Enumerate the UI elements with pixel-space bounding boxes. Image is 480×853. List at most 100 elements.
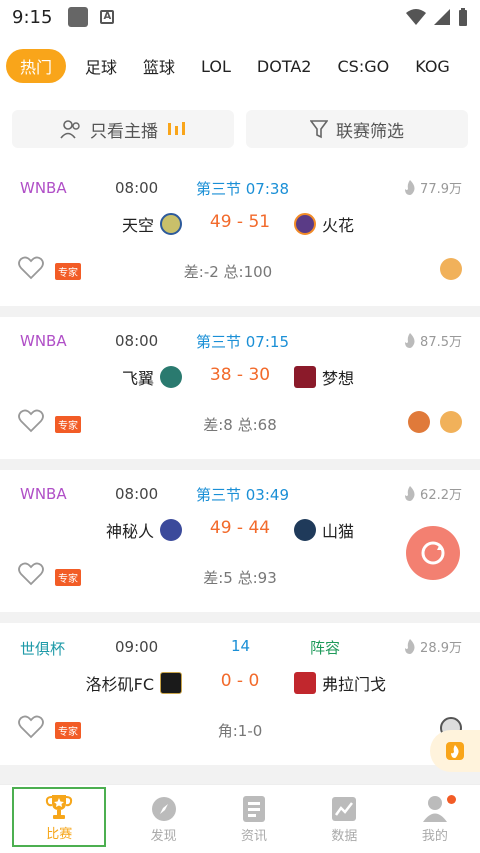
heat-value: 77.9万 (420, 182, 462, 197)
hot-side-button[interactable] (430, 730, 480, 772)
tab-kog[interactable]: KOG (402, 49, 463, 83)
notification-dot (447, 795, 457, 804)
heat-value: 87.5万 (420, 335, 462, 350)
league-filter-button[interactable]: 联赛筛选 (246, 110, 468, 148)
away-team: 火花 (294, 212, 354, 236)
floating-refresh-button[interactable] (406, 526, 460, 580)
match-stats: 差:-2 总:100 (183, 263, 273, 281)
match-time: 08:00 (115, 179, 159, 197)
tab-dota2[interactable]: DOTA2 (244, 49, 325, 83)
lineup-link[interactable]: 阵容 (310, 637, 340, 658)
home-team-name: 洛杉矶FC (85, 675, 154, 694)
news-icon (243, 795, 266, 822)
users-icon (60, 120, 80, 139)
user-icon (422, 795, 447, 822)
away-team: 梦想 (294, 365, 354, 389)
tab-csgo[interactable]: CS:GO (324, 49, 402, 83)
away-score: 30 (248, 365, 271, 385)
wifi-icon (406, 9, 426, 25)
tab-hot[interactable]: 热门 (6, 49, 67, 83)
home-score: 49 (209, 518, 232, 538)
stream-icons (440, 258, 462, 280)
stream-icons (408, 411, 462, 433)
team-logo-icon (160, 213, 182, 235)
league-name: WNBA (20, 332, 67, 350)
score: 38 - 30 (200, 365, 280, 385)
nav-news[interactable]: 资讯 (209, 785, 299, 853)
team-logo-icon (294, 519, 316, 541)
heat-count: 77.9万 (404, 178, 462, 197)
heat-value: 28.9万 (420, 641, 462, 656)
away-score: 51 (248, 212, 271, 232)
fire-icon (446, 742, 464, 760)
nav-profile[interactable]: 我的 (390, 785, 480, 853)
nav-profile-label: 我的 (421, 828, 448, 844)
away-score: 0 (248, 671, 260, 691)
tab-basketball[interactable]: 篮球 (130, 49, 188, 83)
league-name: WNBA (20, 485, 67, 503)
home-score: 0 (220, 671, 232, 691)
only-host-label: 只看主播 (90, 121, 158, 142)
score: 0 - 0 (200, 671, 280, 691)
nav-data[interactable]: 数据 (299, 785, 389, 853)
away-team-name: 山猫 (322, 522, 355, 541)
trophy-icon (46, 794, 73, 819)
league-name: 世俱杯 (20, 640, 66, 658)
match-card[interactable]: 世俱杯 09:00 14 阵容 28.9万 洛杉矶FC 0 - 0 弗拉门戈 专… (0, 623, 480, 765)
home-team: 神秘人 (106, 518, 182, 542)
filter-bar: 只看主播 联赛筛选 (0, 98, 480, 164)
match-stats: 角:1-0 (217, 722, 263, 740)
score: 49 - 44 (200, 518, 280, 538)
score-separator: - (236, 365, 244, 385)
signal-icon (434, 9, 450, 25)
anchor-avatar-icon[interactable] (408, 411, 430, 433)
flame-icon (405, 333, 415, 348)
heat-value: 62.2万 (420, 488, 462, 503)
home-score: 49 (209, 212, 232, 232)
flame-icon (405, 639, 415, 654)
status-bar: 9:15 A (0, 0, 480, 34)
heat-count: 62.2万 (404, 484, 462, 503)
away-team-name: 弗拉门戈 (322, 675, 387, 694)
score-separator: - (236, 212, 244, 232)
match-card[interactable]: WNBA 08:00 第三节 07:15 87.5万 飞翼 38 - 30 梦想… (0, 317, 480, 459)
nav-matches[interactable]: 比赛 (12, 787, 107, 847)
match-card[interactable]: WNBA 08:00 第三节 07:38 77.9万 天空 49 - 51 火花… (0, 164, 480, 306)
category-tabs: 热门 足球 篮球 LOL DOTA2 CS:GO KOG (0, 34, 480, 98)
status-time: 9:15 (12, 6, 53, 28)
team-logo-icon (160, 366, 182, 388)
heat-count: 28.9万 (404, 637, 462, 656)
basketball-live-icon[interactable] (440, 411, 462, 433)
home-team-name: 神秘人 (105, 522, 154, 541)
tab-lol[interactable]: LOL (188, 49, 244, 83)
score: 49 - 51 (200, 212, 280, 232)
filter-icon (310, 120, 328, 139)
match-status: 第三节 03:49 (196, 486, 289, 504)
home-team: 天空 (122, 212, 182, 236)
home-team: 洛杉矶FC (86, 671, 182, 695)
away-team-name: 火花 (322, 216, 355, 235)
away-team: 弗拉门戈 (294, 671, 386, 695)
only-host-button[interactable]: 只看主播 (12, 110, 234, 148)
match-time: 08:00 (115, 332, 159, 350)
nav-news-label: 资讯 (241, 828, 268, 844)
score-separator: - (236, 518, 244, 538)
app-a-icon: A (100, 10, 115, 24)
team-logo-icon (160, 519, 182, 541)
nav-discover[interactable]: 发现 (118, 785, 208, 853)
match-time: 09:00 (115, 638, 159, 656)
match-status: 第三节 07:38 (196, 180, 289, 198)
home-score: 38 (209, 365, 232, 385)
bottom-navigation: 比赛 发现 资讯 数据 我的 (0, 784, 480, 853)
battery-icon (459, 8, 467, 26)
away-score: 44 (248, 518, 271, 538)
refresh-icon (421, 541, 445, 565)
chart-icon (332, 796, 357, 821)
basketball-live-icon[interactable] (440, 258, 462, 280)
league-filter-label: 联赛筛选 (336, 121, 404, 142)
away-team: 山猫 (294, 518, 354, 542)
flame-icon (405, 180, 415, 195)
away-team-name: 梦想 (322, 369, 355, 388)
team-logo-icon (294, 366, 316, 388)
tab-football[interactable]: 足球 (72, 49, 130, 83)
